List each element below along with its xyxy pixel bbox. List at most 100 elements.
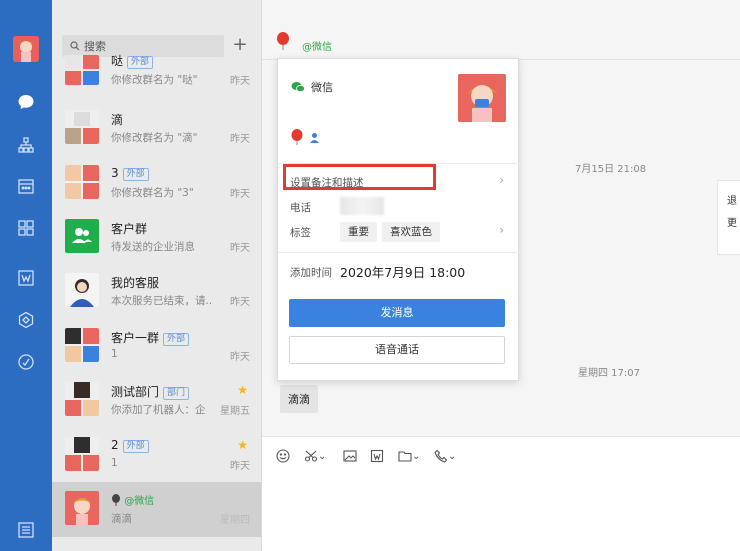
- group-avatar: [65, 55, 99, 85]
- group-avatar: [65, 437, 99, 471]
- department-tag: 部门: [163, 387, 190, 400]
- image-icon[interactable]: [343, 448, 357, 464]
- list-item[interactable]: 滴 你修改群名为 "滴" 昨天: [52, 101, 261, 153]
- conversation-name: @微信: [111, 492, 154, 507]
- conversation-time: 星期四: [220, 515, 250, 526]
- list-item[interactable]: 哒外部 你修改群名为 "哒" 昨天: [52, 50, 261, 102]
- conversation-time: 昨天: [230, 76, 250, 87]
- person-icon: [310, 132, 319, 143]
- message-bubble[interactable]: 滴滴: [280, 385, 318, 413]
- conversation-preview: 1: [111, 457, 118, 469]
- highlight-box: [283, 164, 436, 190]
- conversation-list: 搜索 + 哒外部 你修改群名为 "哒" 昨天 滴 你修改群名为 "滴" 昨天 3…: [52, 0, 262, 551]
- conversation-time: 星期五: [220, 406, 250, 417]
- timestamp: 7月15日 21:08: [575, 164, 647, 175]
- list-item[interactable]: 3 外部 你修改群名为 "3" 昨天: [52, 156, 261, 208]
- balloon-icon: [277, 32, 289, 50]
- app-rail: [0, 0, 52, 551]
- customer-group-avatar: [65, 219, 99, 253]
- document-icon[interactable]: [16, 268, 36, 288]
- list-item-active[interactable]: @微信 滴滴 星期四: [52, 482, 261, 537]
- external-tag: 外部: [163, 333, 190, 346]
- star-icon: ★: [237, 383, 248, 397]
- input-area[interactable]: ⌄ ⌄ ⌄: [262, 436, 740, 551]
- conversation-preview: 你修改群名为 "哒": [111, 74, 198, 86]
- voice-call-button[interactable]: 语音通话: [289, 336, 505, 364]
- phone-icon[interactable]: ⌄: [434, 448, 456, 464]
- conversation-preview: 本次服务已结束，请...: [111, 295, 211, 307]
- contact-icons: [291, 129, 320, 145]
- conversation-name: 我的客服: [111, 276, 160, 290]
- star-icon: ★: [237, 438, 248, 452]
- service-avatar: [65, 273, 99, 307]
- contact-avatar[interactable]: [458, 74, 506, 122]
- divider: [278, 252, 520, 253]
- conversation-preview: 你修改群名为 "滴": [111, 132, 198, 144]
- source-label: 微信: [291, 79, 333, 95]
- conversation-time: 昨天: [230, 189, 250, 200]
- side-card-line: 退: [727, 196, 737, 207]
- conversation-preview: 待发送的企业消息: [111, 241, 195, 253]
- send-message-button[interactable]: 发消息: [289, 299, 505, 327]
- emoji-icon[interactable]: [276, 448, 290, 464]
- conversation-name: 3 外部: [111, 166, 149, 181]
- conversation-name: 哒外部: [111, 52, 154, 69]
- external-tag: 外部: [122, 440, 149, 453]
- timestamp: 星期四 17:07: [578, 368, 640, 379]
- conversation-preview: 你添加了机器人：企: [111, 404, 206, 416]
- my-avatar[interactable]: [13, 36, 39, 62]
- phone-value-blurred: [340, 197, 384, 215]
- drive-icon[interactable]: [16, 310, 36, 330]
- phone-label: 电话: [290, 202, 311, 214]
- document-icon[interactable]: [370, 448, 384, 464]
- chevron-right-icon[interactable]: ›: [499, 223, 504, 237]
- conversation-name: 客户群: [111, 222, 148, 236]
- group-avatar: [65, 110, 99, 144]
- list-item[interactable]: 测试部门 部门 ★ 你添加了机器人：企 星期五: [52, 373, 261, 425]
- screenshot-icon[interactable]: ⌄: [304, 448, 326, 464]
- chat-title[interactable]: @微信: [302, 38, 332, 53]
- side-card-line: 更: [727, 218, 737, 229]
- workspace-icon[interactable]: [16, 218, 36, 238]
- meeting-icon[interactable]: [16, 352, 36, 372]
- chevron-right-icon[interactable]: ›: [499, 173, 504, 187]
- added-time-label: 添加时间: [290, 267, 332, 279]
- balloon-icon: [112, 494, 120, 506]
- conversation-name: 客户一群 外部: [111, 329, 190, 346]
- conversation-time: 昨天: [230, 352, 250, 363]
- list-item[interactable]: 客户一群 外部 1 昨天: [52, 319, 261, 371]
- messages-icon[interactable]: [16, 92, 36, 112]
- side-card[interactable]: 退 更: [717, 180, 740, 255]
- conversation-time: 昨天: [230, 461, 250, 472]
- conversation-preview: 1: [111, 348, 118, 360]
- chat-header: @微信: [262, 28, 740, 60]
- list-item[interactable]: 客户群 待发送的企业消息 昨天: [52, 210, 261, 262]
- settings-menu-icon[interactable]: [16, 520, 36, 540]
- tag-chip[interactable]: 喜欢蓝色: [382, 222, 440, 242]
- conversation-preview: 你修改群名为 "3": [111, 187, 194, 199]
- external-tag: 外部: [122, 168, 149, 181]
- group-avatar: [65, 328, 99, 362]
- contacts-icon[interactable]: [16, 135, 36, 155]
- conversation-name: 测试部门 部门: [111, 383, 190, 400]
- tag-chip[interactable]: 重要: [340, 222, 377, 242]
- conversation-time: 昨天: [230, 134, 250, 145]
- added-time-value: 2020年7月9日 18:00: [340, 265, 466, 280]
- conversation-name: 滴: [111, 113, 124, 127]
- list-item[interactable]: 2 外部 ★ 1 昨天: [52, 428, 261, 480]
- list-item[interactable]: 我的客服 本次服务已结束，请... 昨天: [52, 264, 261, 316]
- contact-card: 微信 设置备注和描述 › 电话 标签 重要 喜欢蓝色 › 添加时间 2020年7…: [277, 58, 520, 381]
- contact-avatar: [65, 491, 99, 525]
- tags-label: 标签: [290, 227, 311, 239]
- external-tag: 外部: [127, 56, 154, 69]
- balloon-icon: [291, 129, 303, 145]
- wechat-icon: [291, 82, 305, 93]
- group-avatar: [65, 382, 99, 416]
- conversation-time: 昨天: [230, 243, 250, 254]
- conversation-time: 昨天: [230, 297, 250, 308]
- conversation-preview: 滴滴: [111, 513, 132, 525]
- group-avatar: [65, 165, 99, 199]
- folder-icon[interactable]: ⌄: [398, 448, 420, 464]
- calendar-icon[interactable]: [16, 176, 36, 196]
- conversation-name: 2 外部: [111, 438, 149, 453]
